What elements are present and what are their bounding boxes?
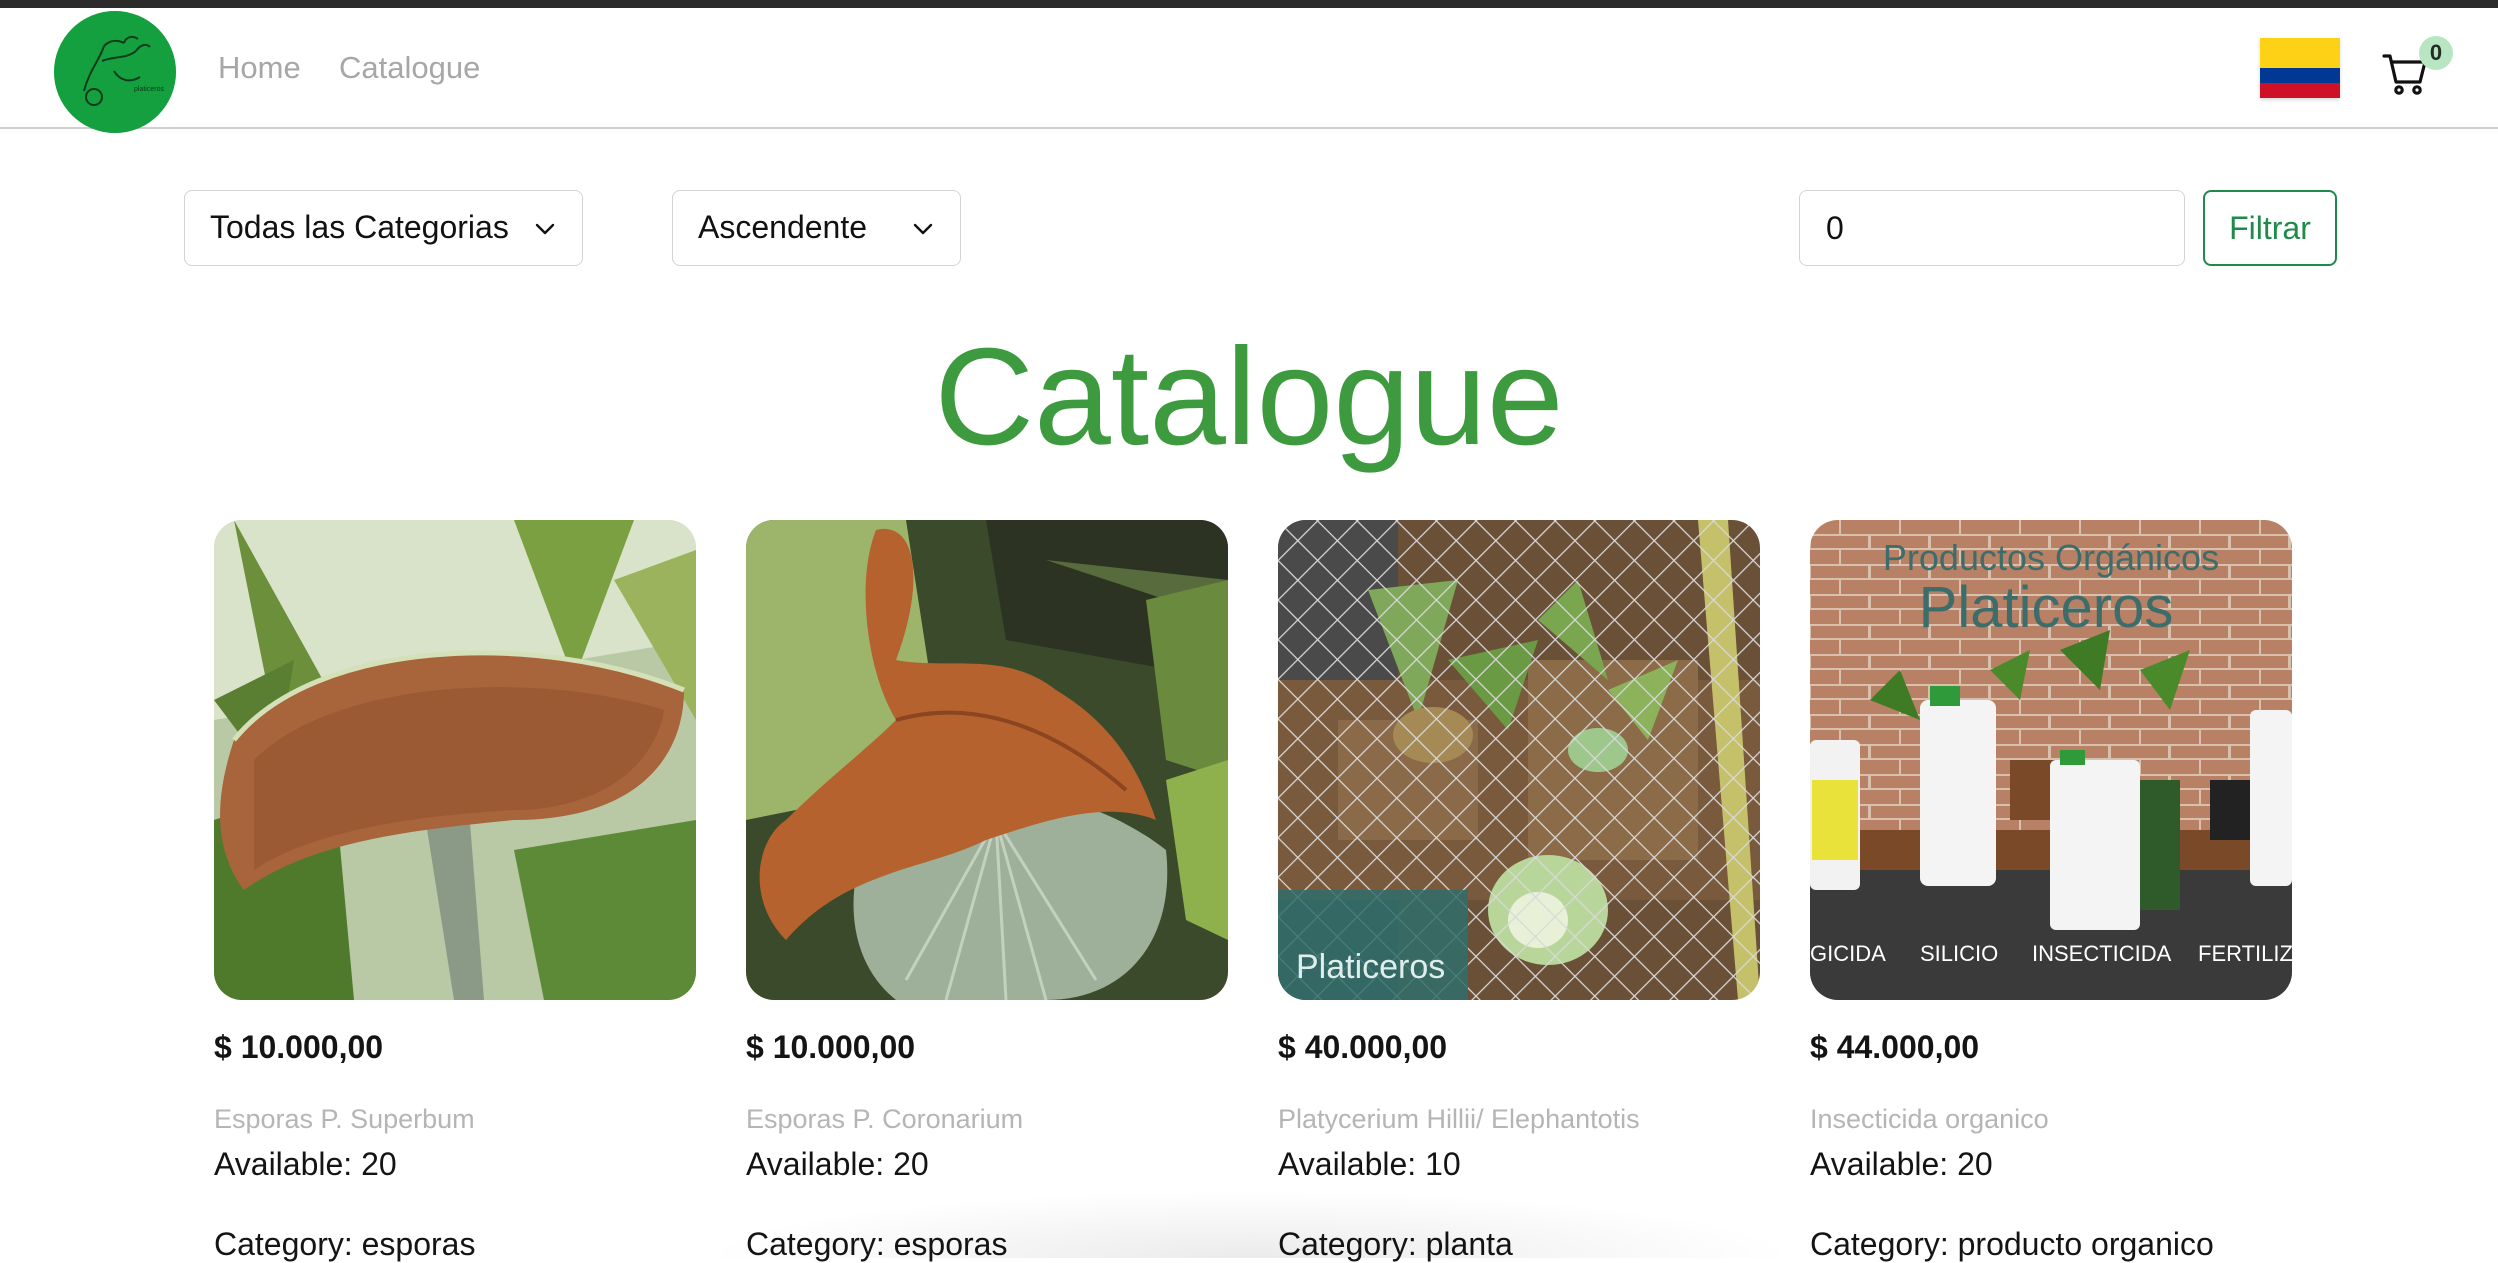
category-select-value: Todas las Categorias bbox=[210, 209, 509, 245]
image-label-text: FERTILIZ bbox=[2198, 941, 2292, 966]
image-label-text: GICIDA bbox=[1810, 941, 1886, 966]
chevron-down-icon bbox=[913, 223, 933, 235]
image-overlay-text: Platiceros bbox=[1296, 948, 1445, 986]
product-card[interactable]: Platiceros $ 40.000,00 Platycerium Hilli… bbox=[1278, 520, 1760, 1262]
product-price: $ 40.000,00 bbox=[1278, 1029, 1448, 1065]
nav-home-link[interactable]: Home bbox=[218, 50, 301, 86]
product-availability: Available: 20 bbox=[746, 1146, 929, 1182]
colombia-flag-icon[interactable] bbox=[2260, 38, 2340, 98]
sort-order-select-value: Ascendente bbox=[698, 209, 868, 245]
window-top-bar bbox=[0, 0, 2498, 8]
navbar: platiceros Home Catalogue 0 bbox=[0, 8, 2498, 133]
category-select[interactable]: Todas las Categorias bbox=[184, 190, 583, 266]
product-price: $ 10.000,00 bbox=[746, 1029, 916, 1065]
image-header-text: Productos Orgánicos bbox=[1883, 537, 2219, 578]
product-category: Category: esporas bbox=[214, 1226, 476, 1262]
image-label-text: SILICIO bbox=[1920, 941, 1998, 966]
product-price: $ 44.000,00 bbox=[1810, 1029, 1980, 1065]
svg-text:platiceros: platiceros bbox=[134, 86, 164, 93]
page-title: Catalogue bbox=[934, 320, 1564, 474]
product-card[interactable]: $ 10.000,00 Esporas P. Superbum Availabl… bbox=[214, 520, 696, 1262]
product-name[interactable]: Platycerium Hillii/ Elephantotis bbox=[1278, 1103, 1640, 1135]
product-image[interactable]: Platiceros bbox=[1278, 520, 1760, 1000]
product-category: Category: planta bbox=[1278, 1226, 1513, 1262]
product-availability: Available: 20 bbox=[1810, 1146, 1993, 1182]
product-card[interactable]: Productos Orgánicos Platiceros GICIDA SI… bbox=[1810, 520, 2292, 1262]
chevron-down-icon bbox=[535, 223, 555, 235]
product-image[interactable] bbox=[214, 520, 696, 1000]
nav-catalogue-link[interactable]: Catalogue bbox=[339, 50, 480, 86]
product-image[interactable]: Productos Orgánicos Platiceros GICIDA SI… bbox=[1810, 520, 2292, 1000]
product-availability: Available: 10 bbox=[1278, 1146, 1461, 1182]
product-name[interactable]: Insecticida organico bbox=[1810, 1103, 2049, 1135]
price-filter-input[interactable] bbox=[1799, 190, 2185, 266]
product-availability: Available: 20 bbox=[214, 1146, 397, 1182]
filter-button[interactable]: Filtrar bbox=[2203, 190, 2337, 266]
product-category: Category: producto organico bbox=[1810, 1226, 2214, 1262]
sort-order-select[interactable]: Ascendente bbox=[672, 190, 961, 266]
brand-logo[interactable]: platiceros bbox=[54, 11, 176, 133]
fern-logo-icon: platiceros bbox=[54, 11, 176, 133]
product-name[interactable]: Esporas P. Superbum bbox=[214, 1103, 475, 1135]
image-label-text: INSECTICIDA bbox=[2032, 941, 2172, 966]
image-title-text: Platiceros bbox=[1919, 575, 2174, 640]
product-category: Category: esporas bbox=[746, 1226, 1008, 1262]
product-price: $ 10.000,00 bbox=[214, 1029, 384, 1065]
product-card[interactable]: $ 10.000,00 Esporas P. Coronarium Availa… bbox=[746, 520, 1228, 1262]
product-name[interactable]: Esporas P. Coronarium bbox=[746, 1103, 1023, 1135]
product-image[interactable] bbox=[746, 520, 1228, 1000]
cart-count-badge: 0 bbox=[2419, 36, 2453, 70]
